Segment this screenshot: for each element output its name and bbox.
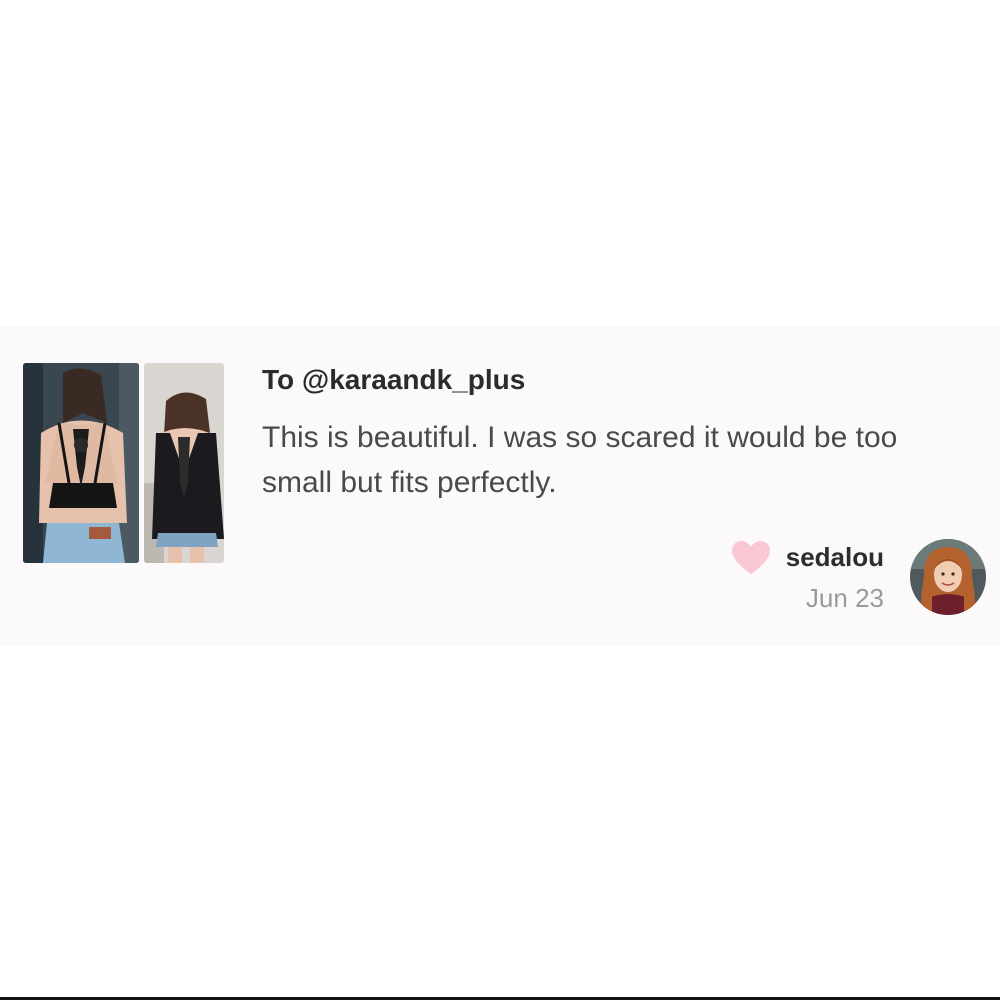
page: To @karaandk_plus This is beautiful. I w… — [0, 0, 1000, 1000]
review-date: Jun 23 — [805, 583, 884, 613]
review-recipient[interactable]: To @karaandk_plus — [262, 364, 525, 396]
tank-top-back-photo — [144, 363, 224, 563]
review-message: This is beautiful. I was so scared it wo… — [262, 421, 898, 499]
review-card: To @karaandk_plus This is beautiful. I w… — [0, 326, 1000, 646]
review-photo-1[interactable] — [23, 363, 139, 563]
reviewer-username[interactable]: sedalou — [760, 542, 884, 573]
bralette-back-photo — [23, 363, 139, 563]
reviewer-avatar[interactable] — [910, 539, 986, 615]
review-photo-2[interactable] — [144, 363, 224, 563]
